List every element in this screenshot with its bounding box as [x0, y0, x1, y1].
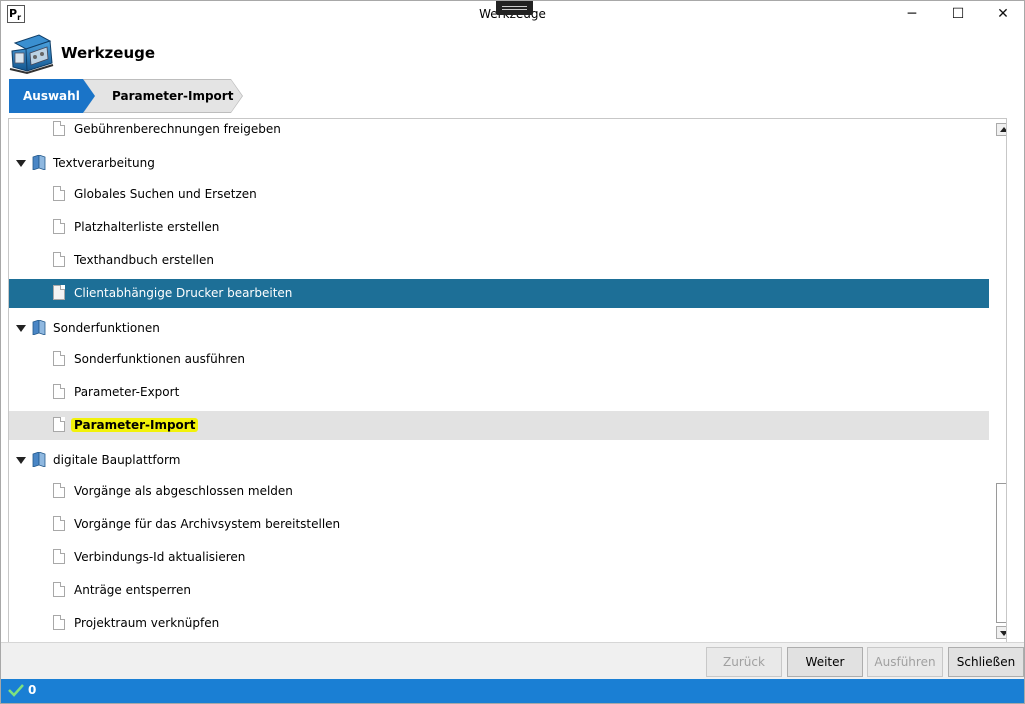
- tree-group-digitale-bauplattform[interactable]: digitale Bauplattform: [9, 446, 989, 475]
- tree-item-label: Texthandbuch erstellen: [74, 253, 215, 267]
- expand-arrow-icon[interactable]: [16, 325, 26, 332]
- document-icon: [53, 121, 65, 136]
- page-header: Werkzeuge: [1, 29, 1024, 77]
- tree-item-label: Anträge entsperren: [74, 583, 191, 597]
- close-button[interactable]: Schließen: [948, 647, 1024, 677]
- status-count: 0: [28, 683, 37, 697]
- checkmark-icon: [8, 684, 24, 697]
- tree-item-label: Vorgänge als abgeschlossen melden: [74, 484, 293, 498]
- tree-group-sonderfunktionen[interactable]: Sonderfunktionen: [9, 314, 989, 343]
- tree-item-texthandbuch[interactable]: Texthandbuch erstellen: [9, 246, 989, 275]
- tree-item-globales-suchen[interactable]: Globales Suchen und Ersetzen: [9, 180, 989, 209]
- document-icon: [53, 285, 65, 300]
- back-button[interactable]: Zurück: [706, 647, 782, 677]
- document-icon: [53, 483, 65, 498]
- tree-item-label: Globales Suchen und Ersetzen: [74, 187, 257, 201]
- tree-item-label: Parameter-Export: [74, 385, 180, 399]
- tree-item-vorgaenge-archivsystem[interactable]: Vorgänge für das Archivsystem bereitstel…: [9, 510, 989, 539]
- document-icon: [53, 219, 65, 234]
- folder-book-icon: [32, 320, 46, 335]
- tree-item-label: Projektraum verknüpfen: [74, 616, 220, 630]
- close-window-button[interactable]: ✕: [980, 1, 1025, 29]
- tree-group-label: Sonderfunktionen: [53, 321, 160, 335]
- document-icon: [53, 417, 65, 432]
- tree-item-label: Vorgänge für das Archivsystem bereitstel…: [74, 517, 341, 531]
- run-button[interactable]: Ausführen: [867, 647, 943, 677]
- folder-book-icon: [32, 155, 46, 170]
- tree-item-clientabhaengige-drucker[interactable]: Clientabhängige Drucker bearbeiten: [9, 279, 989, 308]
- tree-item-label: Platzhalterliste erstellen: [74, 220, 220, 234]
- tree-item-label: Clientabhängige Drucker bearbeiten: [74, 286, 293, 300]
- tree-item-parameter-import[interactable]: Parameter-Import: [9, 411, 989, 440]
- status-bar: 0: [1, 679, 1024, 703]
- tree-item-antraege-entsperren[interactable]: Anträge entsperren: [9, 576, 989, 605]
- document-icon: [53, 549, 65, 564]
- tree-item-projektraum-verknuepfen[interactable]: Projektraum verknüpfen: [9, 609, 989, 638]
- next-button[interactable]: Weiter: [787, 647, 863, 677]
- expand-arrow-icon[interactable]: [16, 160, 26, 167]
- document-icon: [53, 252, 65, 267]
- title-grip-handle[interactable]: [496, 1, 533, 15]
- tree-item-label: Parameter-Import: [71, 411, 199, 440]
- scrollbar-thumb[interactable]: [996, 483, 1006, 623]
- tree-group-label: Textverarbeitung: [53, 156, 155, 170]
- tree-item-gebuehrenberechnungen[interactable]: Gebührenberechnungen freigeben: [9, 119, 989, 144]
- breadcrumb: Parameter-Import Auswahl: [9, 79, 249, 113]
- document-icon: [53, 186, 65, 201]
- document-icon: [53, 384, 65, 399]
- folder-book-icon: [32, 452, 46, 467]
- tree-item-label: Verbindungs-Id aktualisieren: [74, 550, 246, 564]
- tree-item-label: Sonderfunktionen ausführen: [74, 352, 245, 366]
- title-bar: Pr Werkzeuge ─ ☐ ✕: [1, 1, 1024, 29]
- document-icon: [53, 582, 65, 597]
- page-title: Werkzeuge: [61, 44, 156, 62]
- document-icon: [53, 351, 65, 366]
- tree-item-vorgaenge-abgeschlossen[interactable]: Vorgänge als abgeschlossen melden: [9, 477, 989, 506]
- tree-item-platzhalterliste[interactable]: Platzhalterliste erstellen: [9, 213, 989, 242]
- breadcrumb-step-auswahl[interactable]: Auswahl: [9, 79, 95, 113]
- tree-item-parameter-export[interactable]: Parameter-Export: [9, 378, 989, 407]
- maximize-button[interactable]: ☐: [935, 1, 981, 29]
- tree-item-sonderfunktionen-ausfuehren[interactable]: Sonderfunktionen ausführen: [9, 345, 989, 374]
- tree-item-verbindungs-id[interactable]: Verbindungs-Id aktualisieren: [9, 543, 989, 572]
- highlighted-label: Parameter-Import: [71, 418, 199, 432]
- tree-group-label: digitale Bauplattform: [53, 453, 181, 467]
- tools-window: Pr Werkzeuge ─ ☐ ✕ Werkzeuge: [0, 0, 1025, 704]
- tree-group-textverarbeitung[interactable]: Textverarbeitung: [9, 149, 989, 178]
- scroll-up-button[interactable]: [996, 123, 1006, 136]
- tools-tree: Gebührenberechnungen freigeben Textverar…: [8, 118, 1007, 642]
- expand-arrow-icon[interactable]: [16, 457, 26, 464]
- minimize-button[interactable]: ─: [889, 1, 935, 29]
- scroll-down-button[interactable]: [996, 626, 1006, 639]
- toolbox-icon: [9, 34, 54, 75]
- vertical-scrollbar[interactable]: [995, 119, 1006, 642]
- footer-button-bar: Zurück Weiter Ausführen Schließen: [1, 642, 1024, 679]
- document-icon: [53, 615, 65, 630]
- tree-item-label: Gebührenberechnungen freigeben: [74, 122, 281, 136]
- document-icon: [53, 516, 65, 531]
- breadcrumb-step-parameter-import[interactable]: Parameter-Import: [83, 79, 243, 113]
